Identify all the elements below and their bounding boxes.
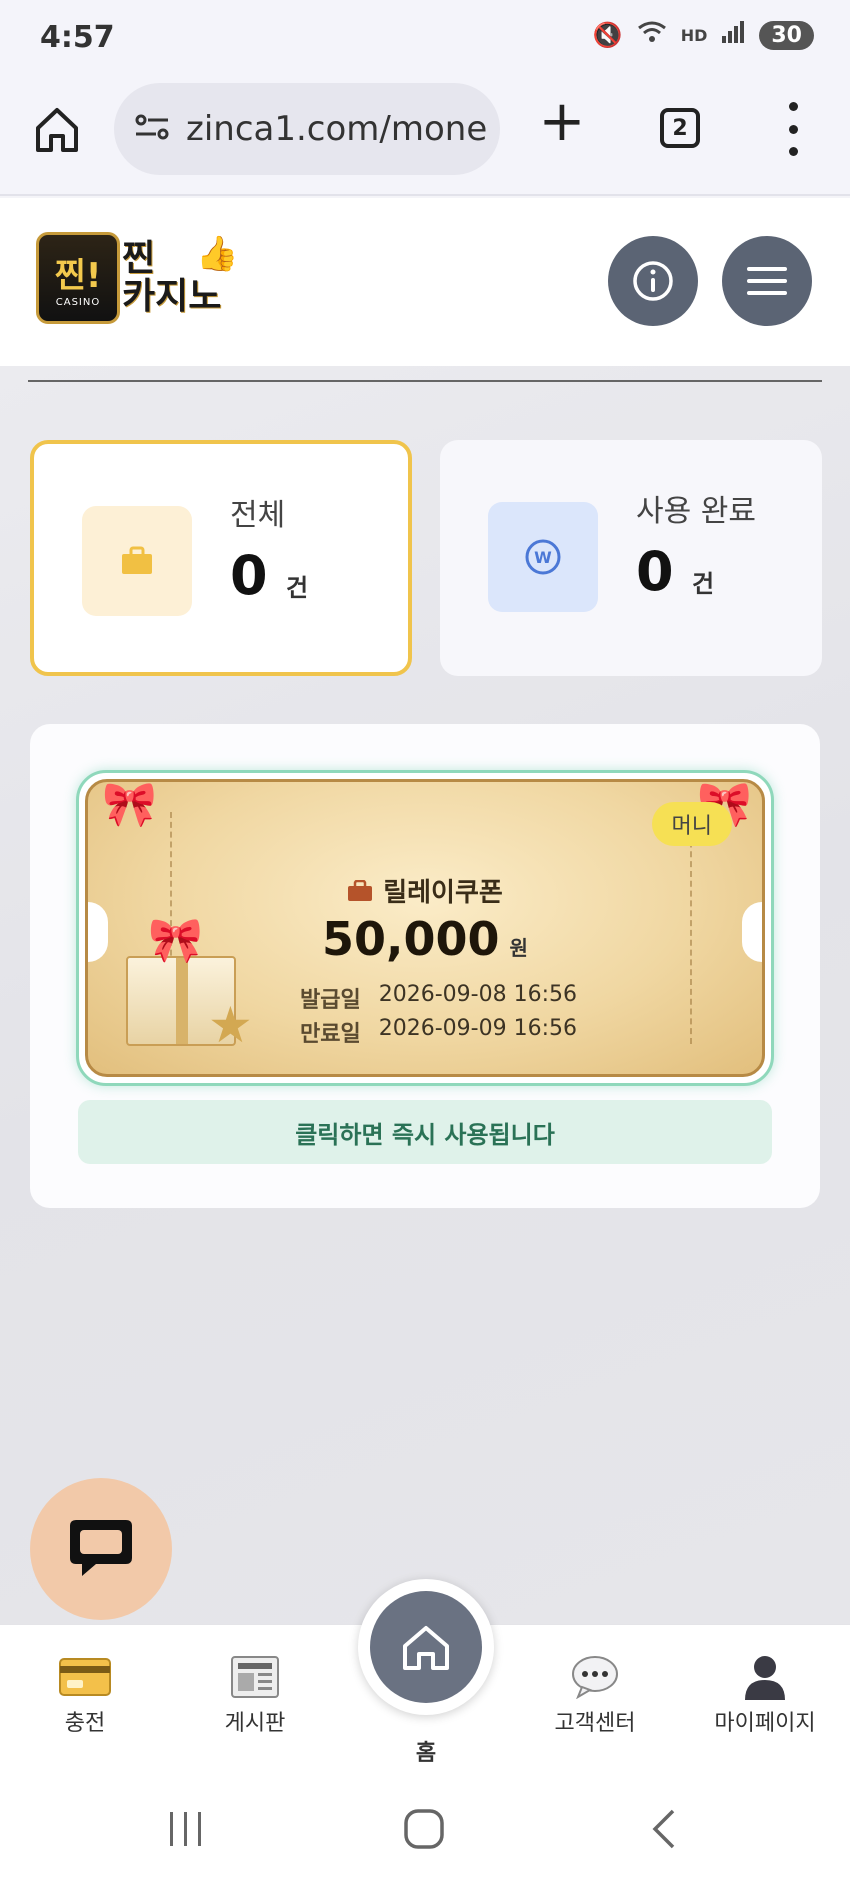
coupon-currency: 원 (509, 936, 528, 960)
live-chat-button[interactable] (30, 1478, 172, 1620)
tab-switcher-button[interactable]: 2 (660, 108, 700, 148)
stat-unit: 건 (692, 570, 715, 598)
coupon-card[interactable]: 🎀 🎀 🎀 ★ 머니 릴레이쿠폰 50,000 원 발급일 2026-09-08… (76, 770, 774, 1086)
issue-date-row: 발급일 2026-09-08 16:56 (300, 982, 577, 1013)
home-icon (403, 1626, 449, 1670)
more-menu-button[interactable] (778, 102, 808, 156)
logo-badge: 찐! CASINO (36, 232, 120, 324)
circle-home-icon (404, 1809, 444, 1849)
star-icon: ★ (208, 996, 253, 1054)
svg-text:W: W (534, 548, 552, 567)
divider (28, 380, 822, 382)
briefcase-icon (348, 879, 373, 901)
info-icon (633, 261, 673, 301)
speech-bubble-icon (570, 1655, 620, 1699)
thumbs-up-icon: 👍 (196, 234, 239, 274)
use-coupon-button[interactable]: 클릭하면 즉시 사용됩니다 (78, 1100, 772, 1164)
stat-label: 전체 (230, 498, 286, 533)
won-coin-icon: W (525, 539, 561, 575)
back-chevron-icon (652, 1809, 675, 1849)
nav-item-mypage[interactable]: 마이페이지 (700, 1655, 830, 1737)
system-home-button[interactable] (394, 1804, 454, 1854)
status-bar: 4:57 🔇 HD 30 (0, 0, 850, 78)
battery-indicator: 30 (759, 20, 814, 50)
stat-card-total[interactable]: 전체 0 건 (30, 440, 412, 676)
hd-voice-icon: HD (680, 25, 708, 45)
briefcase-icon (122, 546, 152, 574)
chat-icon (70, 1520, 132, 1576)
credit-card-icon (59, 1655, 111, 1699)
stat-icon-box (82, 506, 192, 616)
coupon-amount: 50,000 (322, 912, 500, 966)
nav-item-support[interactable]: 고객센터 (530, 1655, 660, 1737)
url-text: zinca1.com/mone (186, 109, 488, 149)
stat-icon-box: W (488, 502, 598, 612)
browser-toolbar: zinca1.com/mone + 2 (0, 78, 850, 196)
site-logo[interactable]: 찐! CASINO 찐 카지노 👍 (36, 232, 238, 328)
nav-home-label: 홈 (415, 1741, 437, 1766)
nav-item-charge[interactable]: 충전 (20, 1655, 150, 1737)
coupon-title: 릴레이쿠폰 (383, 878, 503, 908)
signal-icon (721, 21, 745, 49)
issue-date: 2026-09-08 16:56 (378, 982, 577, 1007)
newspaper-icon (230, 1655, 280, 1699)
system-back-button[interactable] (634, 1804, 694, 1854)
coupon-type-badge: 머니 (651, 802, 732, 846)
status-icons: 🔇 HD 30 (593, 20, 814, 50)
stat-unit: 건 (286, 574, 309, 602)
mute-icon: 🔇 (592, 21, 623, 49)
browser-home-button[interactable] (30, 102, 84, 156)
address-bar[interactable]: zinca1.com/mone (114, 83, 500, 175)
info-button[interactable] (608, 236, 698, 326)
wifi-icon (637, 20, 667, 50)
recent-apps-button[interactable] (156, 1804, 216, 1854)
bottom-navigation: 충전 게시판 홈 고객센터 마이페이지 (0, 1579, 850, 1766)
stat-value: 0 (636, 540, 674, 603)
coupon-panel: 🎀 🎀 🎀 ★ 머니 릴레이쿠폰 50,000 원 발급일 2026-09-08… (30, 724, 820, 1208)
home-icon (36, 108, 78, 152)
nav-item-home[interactable] (358, 1579, 494, 1715)
user-icon (743, 1655, 787, 1700)
hamburger-menu-button[interactable] (722, 236, 812, 326)
hamburger-icon (747, 267, 787, 295)
stat-value: 0 (230, 544, 268, 607)
nav-item-board[interactable]: 게시판 (190, 1655, 320, 1737)
site-settings-icon[interactable] (134, 112, 170, 146)
ribbon-bow-icon: 🎀 (102, 779, 157, 830)
expire-date-row: 만료일 2026-09-09 16:56 (300, 1016, 577, 1047)
stat-card-used[interactable]: W 사용 완료 0 건 (440, 440, 822, 676)
recent-apps-icon (170, 1812, 201, 1846)
stat-label: 사용 완료 (636, 494, 756, 529)
main-content: 전체 0 건 W 사용 완료 0 건 🎀 🎀 🎀 ★ 머니 릴레이쿠폰 50,0… (0, 366, 850, 1624)
coupon-ticket: 🎀 🎀 🎀 ★ 머니 릴레이쿠폰 50,000 원 발급일 2026-09-08… (85, 779, 765, 1077)
expire-date: 2026-09-09 16:56 (378, 1016, 577, 1041)
site-header: 찐! CASINO 찐 카지노 👍 (0, 198, 850, 366)
status-time: 4:57 (40, 20, 115, 55)
new-tab-button[interactable]: + (536, 92, 588, 152)
system-navigation-bar (0, 1764, 850, 1889)
